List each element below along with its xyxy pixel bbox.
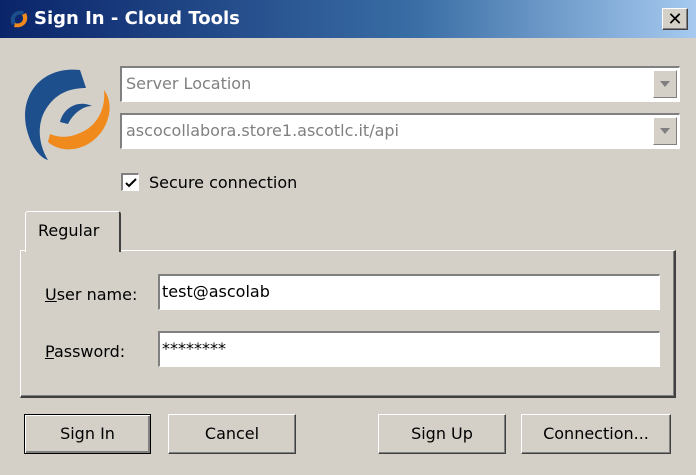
sign-up-button[interactable]: Sign Up (378, 414, 506, 454)
server-location-value: Server Location (126, 74, 252, 93)
tab-regular-label: Regular (38, 221, 100, 240)
server-location-select[interactable]: Server Location (120, 66, 680, 102)
window-title: Sign In - Cloud Tools (34, 8, 240, 29)
secure-connection-checkbox[interactable] (121, 173, 139, 191)
server-url-value: ascocollabora.store1.ascotlc.it/api (126, 121, 399, 140)
regular-tab-panel (20, 250, 676, 398)
secure-connection-row[interactable]: Secure connection (121, 170, 297, 194)
cancel-button[interactable]: Cancel (168, 414, 296, 454)
server-location-dropdown-button[interactable] (653, 70, 677, 98)
chevron-down-icon (660, 81, 670, 87)
secure-connection-label[interactable]: Secure connection (149, 173, 297, 192)
sign-in-dialog: Sign In - Cloud Tools ✕ Server Location … (0, 0, 696, 475)
chevron-down-icon (660, 128, 670, 134)
server-url-select[interactable]: ascocollabora.store1.ascotlc.it/api (120, 113, 680, 149)
tab-regular[interactable]: Regular (25, 211, 121, 252)
server-url-dropdown-button[interactable] (653, 117, 677, 145)
connection-button[interactable]: Connection... (521, 414, 671, 454)
title-bar[interactable]: Sign In - Cloud Tools ✕ (0, 0, 696, 38)
sign-in-button[interactable]: Sign In (24, 414, 151, 454)
cloud-tools-logo (25, 69, 110, 160)
close-button[interactable]: ✕ (662, 8, 688, 30)
app-logo-icon (10, 10, 28, 28)
checkmark-icon (124, 177, 137, 187)
close-icon: ✕ (667, 9, 683, 30)
